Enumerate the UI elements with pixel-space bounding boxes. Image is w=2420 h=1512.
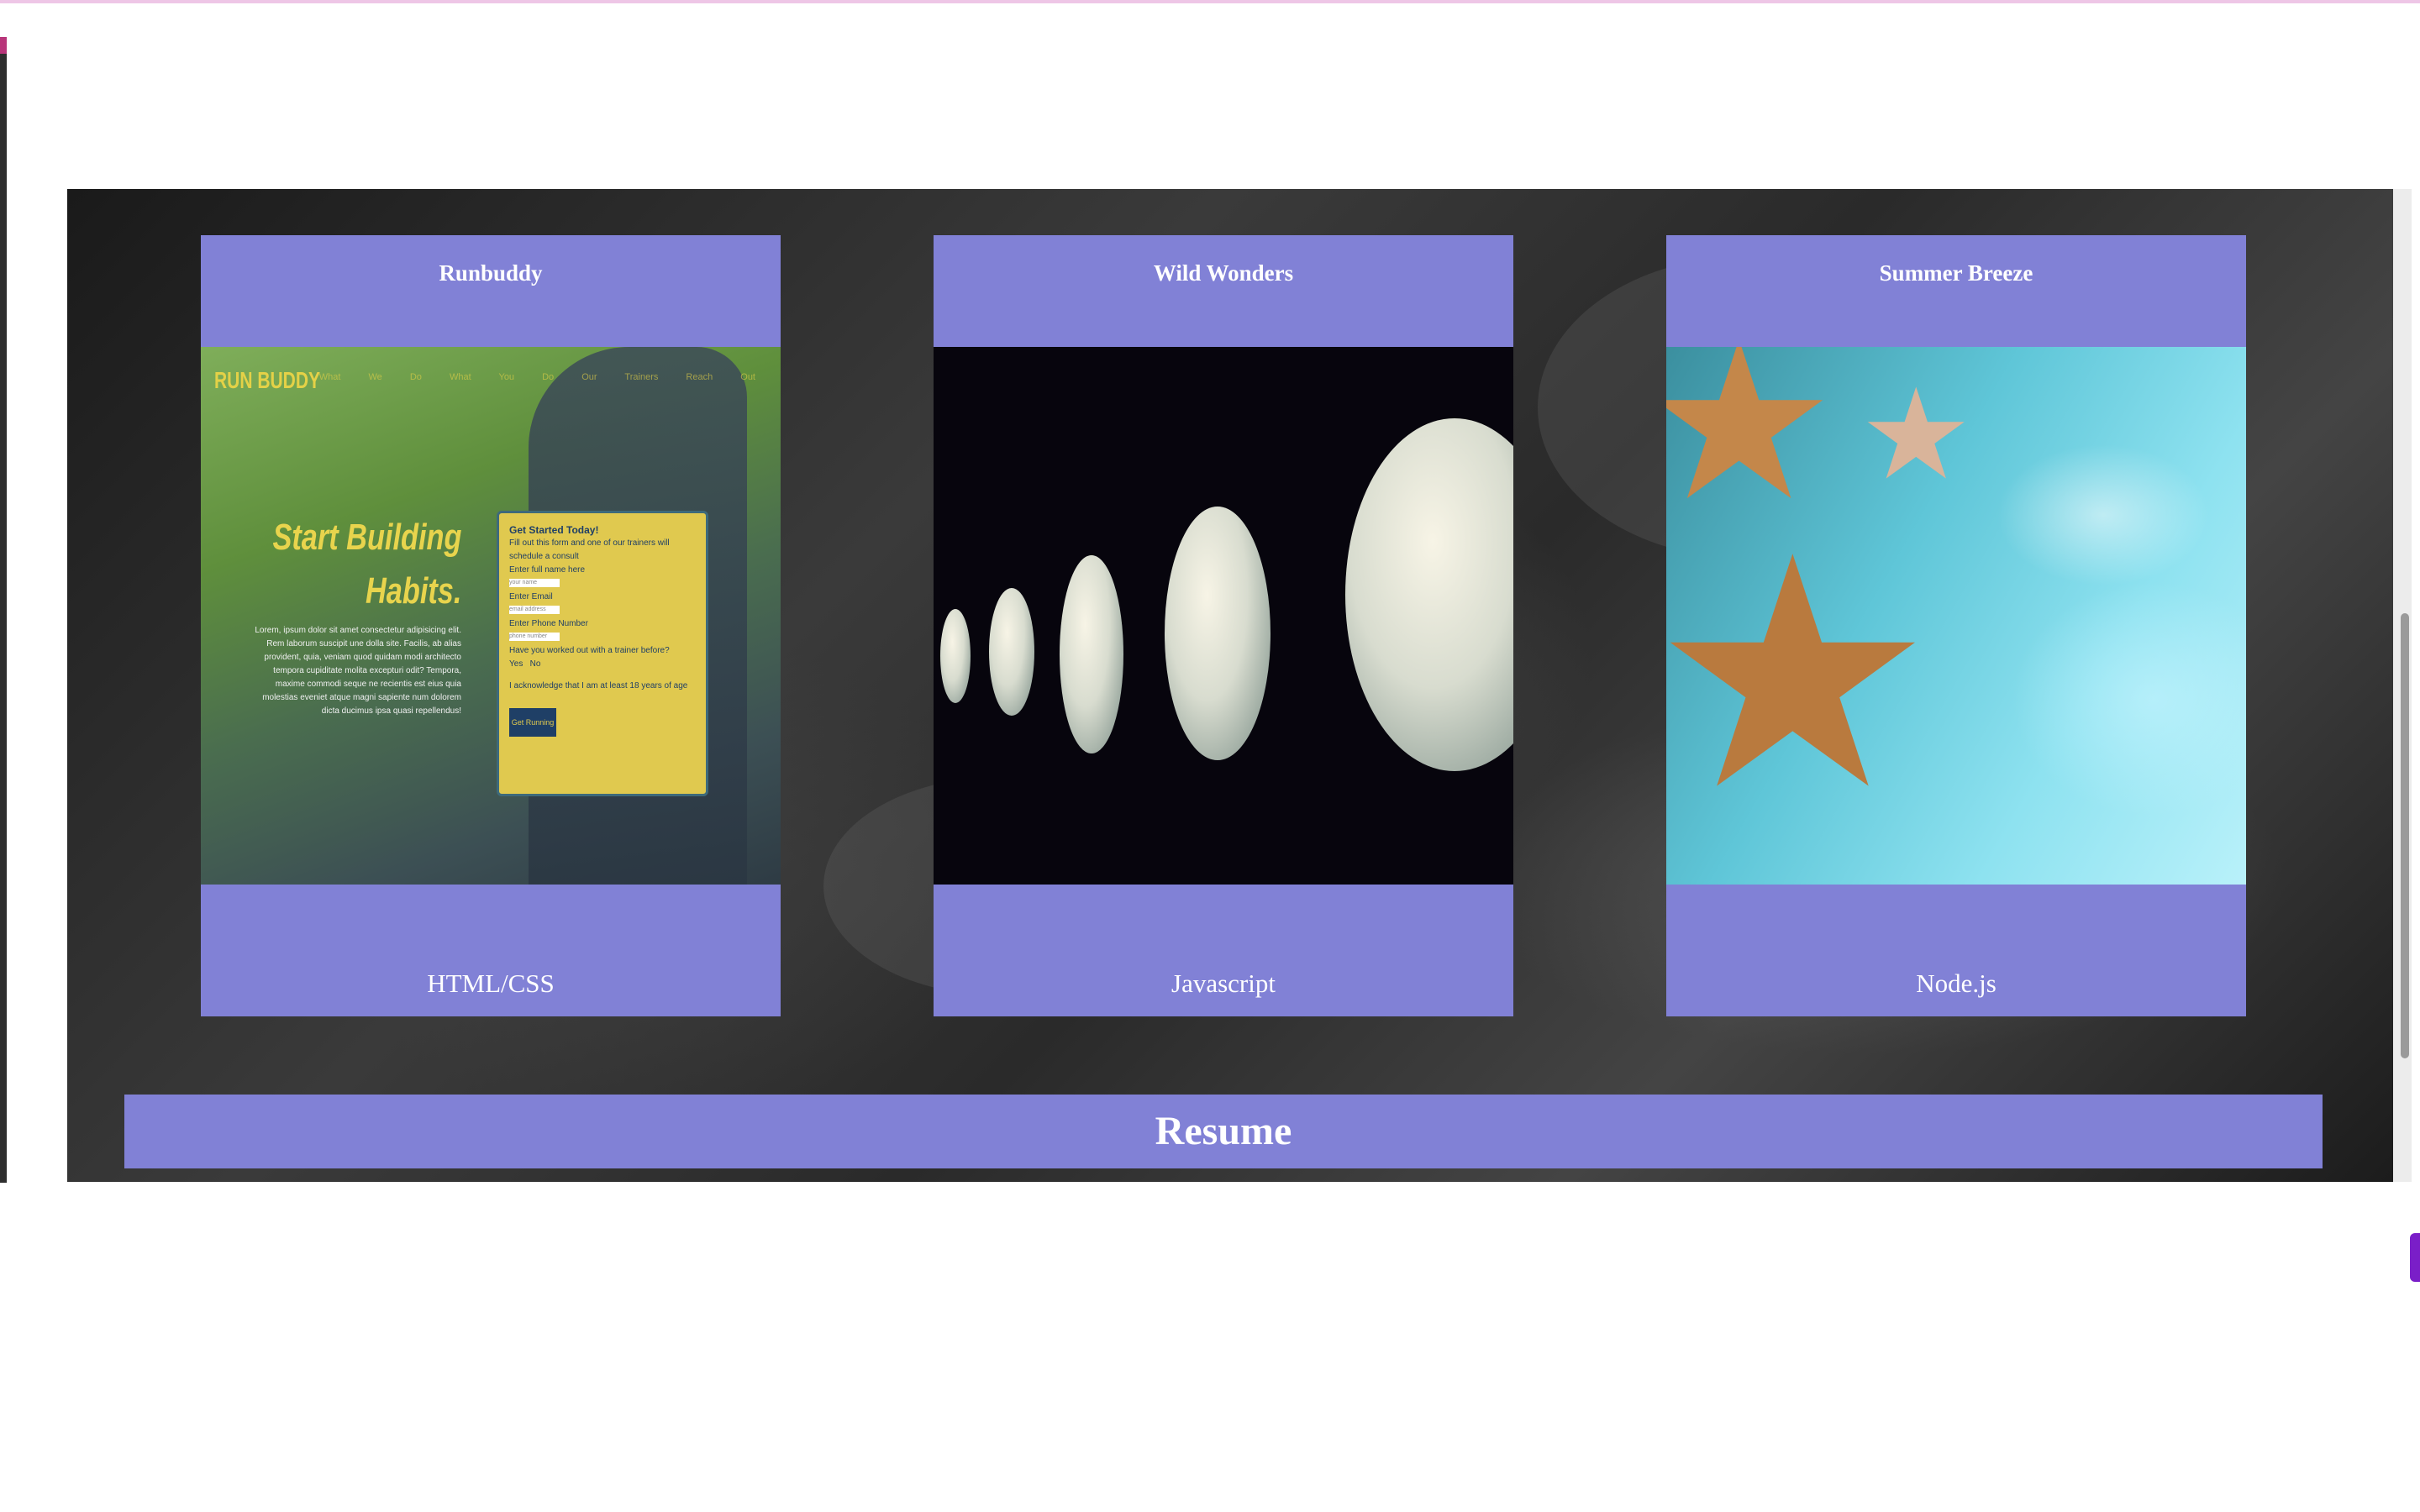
headline-line-2: Habits. — [365, 570, 461, 612]
form-submit-button: Get Running — [509, 708, 556, 737]
radio-no-label: No — [529, 659, 541, 669]
scrollbar-thumb[interactable] — [2401, 613, 2409, 1058]
runbuddy-headline: Start Building Habits. — [272, 511, 461, 618]
project-screenshot-runbuddy[interactable]: RUN BUDDY What We Do What You Do Our Tra… — [201, 347, 781, 885]
egg-shape — [989, 588, 1034, 716]
form-name-label: Enter full name here — [509, 565, 586, 575]
radio-yes-label: Yes — [509, 659, 523, 669]
runbuddy-signup-form: Get Started Today! Fill out this form an… — [497, 511, 708, 796]
runbuddy-lorem: Lorem, ipsum dolor sit amet consectetur … — [255, 626, 461, 716]
project-title: Summer Breeze — [1879, 260, 2033, 286]
left-edge-accent — [0, 37, 7, 54]
starfish-shape: ★ — [1860, 362, 1973, 508]
project-tech: HTML/CSS — [427, 969, 555, 998]
starfish-shape: ★ — [1666, 488, 1936, 860]
resume-button[interactable]: Resume — [124, 1095, 2323, 1168]
form-phone-input: phone number — [509, 633, 560, 641]
project-tech: Javascript — [1171, 969, 1276, 998]
project-tech: Node.js — [1916, 969, 1996, 998]
form-title: Get Started Today! — [509, 524, 599, 536]
form-subtitle: Fill out this form and one of our traine… — [509, 538, 670, 561]
runbuddy-nav: What We Do What You Do Our Trainers Reac… — [318, 372, 755, 382]
egg-shape — [1060, 555, 1123, 753]
left-edge-panel — [0, 37, 7, 1183]
form-phone-label: Enter Phone Number — [509, 619, 588, 628]
form-email-input: email address — [509, 606, 560, 614]
headline-line-1: Start Building — [272, 517, 461, 558]
project-screenshot-summer-breeze[interactable]: ★ ★ ★ — [1666, 347, 2246, 885]
project-title: Wild Wonders — [1153, 260, 1294, 286]
project-card-summer-breeze[interactable]: Summer Breeze ★ ★ ★ Node.js — [1666, 235, 2246, 1016]
form-name-input: your name — [509, 579, 560, 587]
top-accent-bar — [0, 0, 2420, 3]
form-question: Have you worked out with a trainer befor… — [509, 646, 670, 655]
projects-section: Runbuddy RUN BUDDY What We Do What You D… — [67, 189, 2393, 1182]
form-radio-options: Yes No — [509, 658, 696, 671]
project-title: Runbuddy — [439, 260, 543, 286]
form-email-label: Enter Email — [509, 592, 553, 601]
runbuddy-logo: RUN BUDDY — [214, 367, 320, 393]
egg-shape — [1345, 418, 1513, 771]
side-widget-tab[interactable] — [2410, 1233, 2420, 1282]
form-acknowledgement: I acknowledge that I am at least 18 year… — [509, 681, 688, 690]
project-card-runbuddy[interactable]: Runbuddy RUN BUDDY What We Do What You D… — [201, 235, 781, 1016]
egg-shape — [1165, 507, 1270, 760]
project-screenshot-wild-wonders[interactable] — [934, 347, 1513, 885]
project-card-wild-wonders[interactable]: Wild Wonders Javascript — [934, 235, 1513, 1016]
egg-shape — [940, 609, 971, 703]
